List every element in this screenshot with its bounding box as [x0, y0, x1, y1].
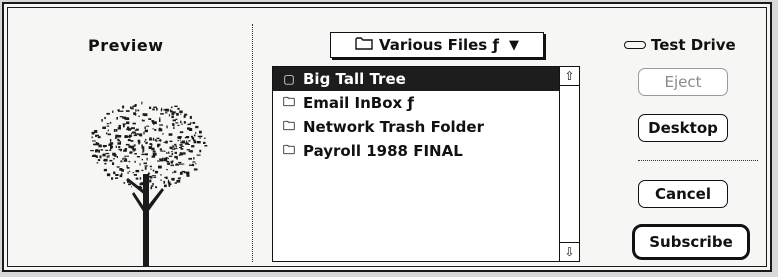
eject-button[interactable]: Eject — [638, 68, 728, 96]
folder-icon: 🗀 — [282, 118, 295, 133]
desktop-button[interactable]: Desktop — [638, 114, 728, 142]
folder-popup-menu[interactable]: Various Files ƒ ▼ — [330, 32, 544, 58]
folder-icon: 🗀 — [282, 142, 295, 157]
file-list[interactable]: ▢ Big Tall Tree 🗀 Email InBox ƒ 🗀 Network Tra… — [272, 66, 580, 262]
scroll-down-arrow-icon[interactable]: ⇩ — [560, 242, 579, 261]
preview-label: Preview — [88, 36, 164, 55]
subscribe-button[interactable]: Subscribe — [632, 224, 750, 260]
folder-icon: 🗀 — [282, 94, 295, 109]
chevron-down-icon: ▼ — [508, 37, 519, 53]
list-item-label: Email InBox ƒ — [303, 94, 414, 112]
drive-name-label: Test Drive — [651, 36, 736, 54]
disk-icon — [624, 41, 646, 49]
cancel-button[interactable]: Cancel — [638, 180, 728, 208]
folder-icon — [355, 36, 373, 54]
drive-name: Test Drive — [624, 36, 736, 54]
list-item[interactable]: 🗀 Network Trash Folder — [273, 115, 559, 139]
file-list-rows: ▢ Big Tall Tree 🗀 Email InBox ƒ 🗀 Network Tra… — [273, 67, 559, 163]
list-item[interactable]: 🗀 Email InBox ƒ — [273, 91, 559, 115]
list-item-label: Payroll 1988 FINAL — [303, 142, 463, 160]
folder-popup-label: Various Files ƒ — [379, 36, 499, 54]
scroll-up-arrow-icon[interactable]: ⇧ — [560, 67, 579, 86]
subscribe-dialog: Preview Various Files ƒ ▼ Test Drive ▢ Bi… — [2, 2, 772, 272]
vertical-separator — [252, 24, 253, 262]
list-item[interactable]: 🗀 Payroll 1988 FINAL — [273, 139, 559, 163]
list-item-label: Big Tall Tree — [303, 70, 406, 88]
file-icon: ▢ — [283, 72, 295, 86]
button-separator — [638, 160, 758, 161]
preview-tree-image — [90, 101, 208, 266]
list-item[interactable]: ▢ Big Tall Tree — [273, 67, 559, 91]
scrollbar[interactable]: ⇧ ⇩ — [559, 67, 579, 261]
list-item-label: Network Trash Folder — [303, 118, 484, 136]
